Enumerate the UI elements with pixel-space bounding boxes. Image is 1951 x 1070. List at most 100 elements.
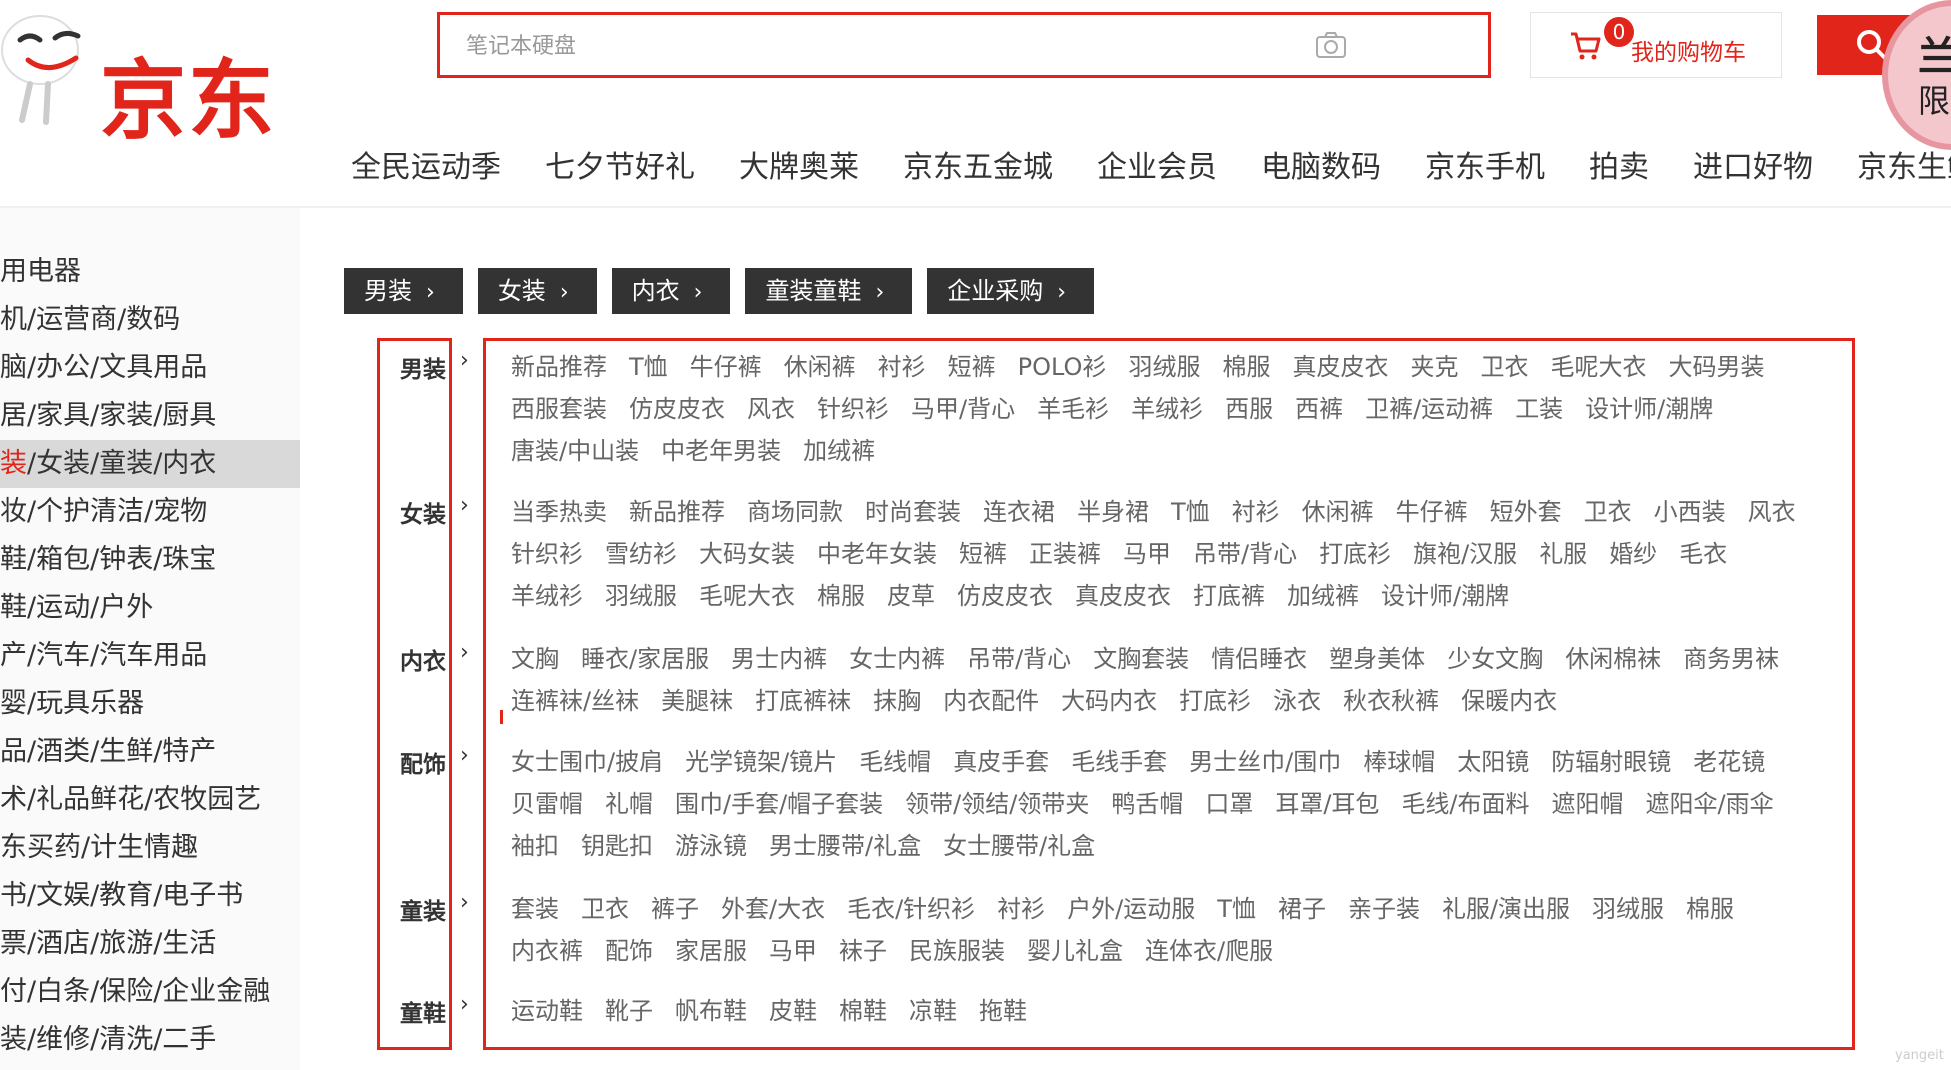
subcategory-link[interactable]: 羽绒服	[1128, 346, 1200, 388]
subcategory-link[interactable]: 睡衣/家居服	[581, 638, 709, 680]
subcategory-link[interactable]: 棒球帽	[1363, 741, 1435, 783]
subcategory-link[interactable]: 套装	[511, 888, 559, 930]
subcategory-link[interactable]: 男士内裤	[731, 638, 827, 680]
subcategory-link[interactable]: 仿皮皮衣	[957, 575, 1053, 617]
subcategory-link[interactable]: 拖鞋	[979, 990, 1027, 1032]
category-item[interactable]: 用电器	[0, 248, 300, 296]
row-label[interactable]: 童鞋	[400, 994, 448, 1028]
subcategory-link[interactable]: 女士腰带/礼盒	[943, 825, 1095, 867]
subcategory-link[interactable]: 真皮手套	[953, 741, 1049, 783]
subcategory-link[interactable]: 针织衫	[817, 388, 889, 430]
subcategory-link[interactable]: 男士腰带/礼盒	[769, 825, 921, 867]
subcategory-link[interactable]: 商场同款	[747, 491, 843, 533]
subcategory-link[interactable]: 短外套	[1490, 491, 1562, 533]
subcategory-link[interactable]: 贝雷帽	[511, 783, 583, 825]
jd-logo[interactable]: 京东	[0, 0, 300, 151]
subcategory-link[interactable]: 毛呢大衣	[1550, 346, 1646, 388]
subcategory-link[interactable]: 家居服	[675, 930, 747, 972]
category-item[interactable]: 票/酒店/旅游/生活	[0, 920, 300, 968]
subcategory-link[interactable]: 礼服	[1539, 533, 1587, 575]
subcategory-link[interactable]: 老花镜	[1693, 741, 1765, 783]
nav-item[interactable]: 全民运动季	[351, 148, 523, 188]
subcategory-link[interactable]: 羊绒衫	[1131, 388, 1203, 430]
subcategory-link[interactable]: 女士围巾/披肩	[511, 741, 663, 783]
subcategory-link[interactable]: 婴儿礼盒	[1027, 930, 1123, 972]
subcategory-link[interactable]: 礼帽	[605, 783, 653, 825]
subcategory-link[interactable]: 西服	[1225, 388, 1273, 430]
subcategory-link[interactable]: 靴子	[605, 990, 653, 1032]
subcategory-link[interactable]: T恤	[1171, 491, 1210, 533]
category-item[interactable]: 术/礼品鲜花/农牧园艺	[0, 776, 300, 824]
row-label[interactable]: 内衣	[400, 642, 448, 676]
subcategory-link[interactable]: 唐装/中山装	[511, 430, 639, 472]
subcategory-link[interactable]: 亲子装	[1348, 888, 1420, 930]
subcategory-link[interactable]: 耳罩/耳包	[1275, 783, 1379, 825]
nav-item[interactable]: 大牌奥莱	[717, 148, 881, 188]
subcategory-link[interactable]: 民族服装	[909, 930, 1005, 972]
category-item[interactable]: 居/家具/家装/厨具	[0, 392, 300, 440]
subcategory-link[interactable]: 加绒裤	[803, 430, 875, 472]
subcategory-link[interactable]: 衬衫	[997, 888, 1045, 930]
subcategory-link[interactable]: 小西装	[1654, 491, 1726, 533]
subcategory-link[interactable]: 马甲	[1123, 533, 1171, 575]
subcategory-link[interactable]: 防辐射眼镜	[1551, 741, 1671, 783]
nav-item[interactable]: 七夕节好礼	[523, 148, 717, 188]
subcategory-link[interactable]: 光学镜架/镜片	[685, 741, 837, 783]
subcategory-link[interactable]: 卫裤/运动裤	[1365, 388, 1493, 430]
category-item[interactable]: 品/酒类/生鲜/特产	[0, 728, 300, 776]
category-item[interactable]: 装/维修/清洗/二手	[0, 1016, 300, 1064]
subcategory-link[interactable]: 吊带/背心	[1193, 533, 1297, 575]
subcategory-link[interactable]: 工装	[1515, 388, 1563, 430]
nav-item[interactable]: 拍卖	[1567, 148, 1671, 188]
subcategory-link[interactable]: 当季热卖	[511, 491, 607, 533]
subcategory-link[interactable]: 风衣	[1748, 491, 1796, 533]
subcategory-link[interactable]: 鸭舌帽	[1111, 783, 1183, 825]
subcategory-link[interactable]: 皮鞋	[769, 990, 817, 1032]
subcategory-link[interactable]: 马甲	[769, 930, 817, 972]
subcategory-link[interactable]: 少女文胸	[1447, 638, 1543, 680]
category-item[interactable]: 鞋/箱包/钟表/珠宝	[0, 536, 300, 584]
nav-item[interactable]: 京东手机	[1403, 148, 1567, 188]
channel-tab[interactable]: 女装 ›	[477, 268, 597, 314]
subcategory-link[interactable]: 钥匙扣	[581, 825, 653, 867]
subcategory-link[interactable]: 吊带/背心	[967, 638, 1071, 680]
nav-item[interactable]: 京东生鲜	[1835, 148, 1951, 188]
subcategory-link[interactable]: 太阳镜	[1457, 741, 1529, 783]
subcategory-link[interactable]: 口罩	[1205, 783, 1253, 825]
subcategory-link[interactable]: T恤	[629, 346, 668, 388]
category-item[interactable]: 婴/玩具乐器	[0, 680, 300, 728]
subcategory-link[interactable]: 加绒裤	[1287, 575, 1359, 617]
subcategory-link[interactable]: 领带/领结/领带夹	[905, 783, 1089, 825]
subcategory-link[interactable]: 休闲裤	[784, 346, 856, 388]
row-label[interactable]: 童装	[400, 892, 448, 926]
subcategory-link[interactable]: 针织衫	[511, 533, 583, 575]
subcategory-link[interactable]: 情侣睡衣	[1211, 638, 1307, 680]
chevron-right-icon[interactable]: ›	[460, 992, 469, 1017]
subcategory-link[interactable]: 打底裤袜	[755, 680, 851, 722]
nav-item[interactable]: 企业会员	[1075, 148, 1239, 188]
subcategory-link[interactable]: 毛线/布面料	[1401, 783, 1529, 825]
subcategory-link[interactable]: 户外/运动服	[1067, 888, 1195, 930]
subcategory-link[interactable]: 连裤袜/丝袜	[511, 680, 639, 722]
subcategory-link[interactable]: 设计师/潮牌	[1585, 388, 1713, 430]
subcategory-link[interactable]: 围巾/手套/帽子套装	[675, 783, 883, 825]
subcategory-link[interactable]: 毛呢大衣	[699, 575, 795, 617]
subcategory-link[interactable]: T恤	[1217, 888, 1256, 930]
subcategory-link[interactable]: 大码男装	[1668, 346, 1764, 388]
subcategory-link[interactable]: 卫衣	[581, 888, 629, 930]
subcategory-link[interactable]: 羽绒服	[605, 575, 677, 617]
subcategory-link[interactable]: 衬衫	[878, 346, 926, 388]
category-item[interactable]: 书/文娱/教育/电子书	[0, 872, 300, 920]
channel-tab[interactable]: 企业采购 ›	[927, 268, 1095, 314]
subcategory-link[interactable]: 女士内裤	[849, 638, 945, 680]
subcategory-link[interactable]: 秋衣秋裤	[1343, 680, 1439, 722]
subcategory-link[interactable]: 保暖内衣	[1461, 680, 1557, 722]
subcategory-link[interactable]: 礼服/演出服	[1442, 888, 1570, 930]
subcategory-link[interactable]: POLO衫	[1018, 346, 1107, 388]
subcategory-link[interactable]: 真皮皮衣	[1075, 575, 1171, 617]
category-item[interactable]: 东买药/计生情趣	[0, 824, 300, 872]
subcategory-link[interactable]: 半身裙	[1077, 491, 1149, 533]
row-label[interactable]: 女装	[400, 495, 448, 529]
subcategory-link[interactable]: 泳衣	[1273, 680, 1321, 722]
subcategory-link[interactable]: 夹克	[1410, 346, 1458, 388]
